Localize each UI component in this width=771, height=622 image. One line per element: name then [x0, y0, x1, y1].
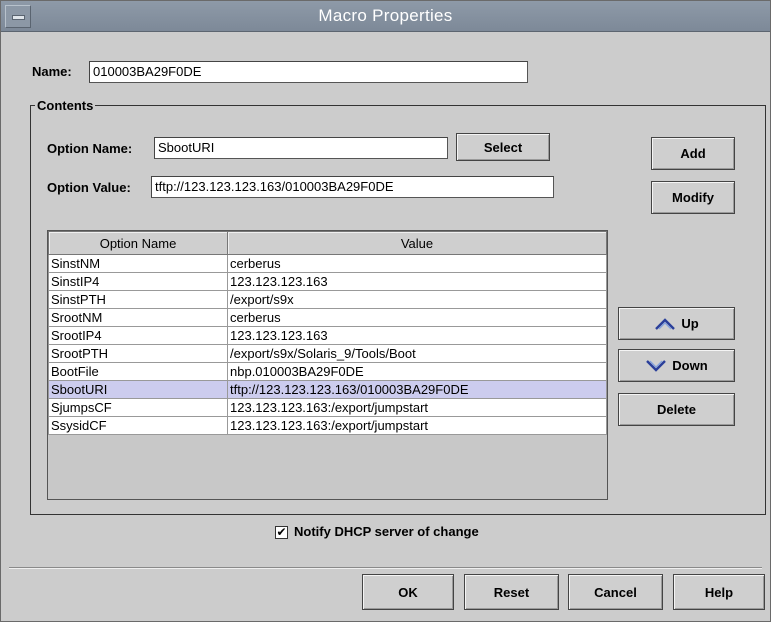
name-label: Name: [32, 64, 72, 79]
table-row[interactable]: SrootNM cerberus [48, 308, 607, 327]
table-row[interactable]: SrootPTH/export/s9x/Solaris_9/Tools/Boot [48, 344, 607, 363]
table-row[interactable]: SinstIP4 123.123.123.163 [48, 272, 607, 291]
macro-properties-dialog: Macro Properties Name: 010003BA29F0DE Co… [0, 0, 771, 622]
up-label: Up [681, 316, 699, 331]
table-row[interactable]: SinstNM cerberus [48, 254, 607, 273]
footer-separator [9, 567, 762, 569]
value-cell[interactable]: tftp://123.123.123.163/010003BA29F0DE [227, 380, 607, 399]
option-name-cell[interactable]: SrootNM [48, 308, 228, 327]
window-title: Macro Properties [318, 6, 453, 25]
help-button[interactable]: Help [673, 574, 765, 610]
table-row[interactable]: SinstPTH/export/s9x [48, 290, 607, 309]
down-button[interactable]: Down [618, 349, 735, 382]
column-header-value[interactable]: Value [227, 231, 607, 255]
options-grid: Option Name Value SinstNM cerberus SinstIP… [48, 231, 607, 435]
option-value-field[interactable]: tftp://123.123.123.163/010003BA29F0DE [151, 176, 554, 198]
option-value-label: Option Value: [47, 180, 131, 195]
up-button[interactable]: Up [618, 307, 735, 340]
value-cell[interactable]: nbp.010003BA29F0DE [227, 362, 607, 381]
modify-button[interactable]: Modify [651, 181, 735, 214]
value-cell[interactable]: /export/s9x/Solaris_9/Tools/Boot [227, 344, 607, 363]
value-cell[interactable]: /export/s9x [227, 290, 607, 309]
table-row[interactable]: BootFile nbp.010003BA29F0DE [48, 362, 607, 381]
option-name-cell[interactable]: SinstIP4 [48, 272, 228, 291]
value-cell[interactable]: 123.123.123.163 [227, 326, 607, 345]
title-bar[interactable]: Macro Properties [1, 1, 770, 32]
down-label: Down [672, 358, 708, 373]
select-button[interactable]: Select [456, 133, 550, 161]
table-row[interactable]: SrootIP4 123.123.123.163 [48, 326, 607, 345]
value-cell[interactable]: 123.123.123.163 [227, 272, 607, 291]
value-cell[interactable]: 123.123.123.163:/export/jumpstart [227, 398, 607, 417]
delete-button[interactable]: Delete [618, 393, 735, 426]
value-cell[interactable]: 123.123.123.163:/export/jumpstart [227, 416, 607, 435]
table-row[interactable]: SbootURI tftp://123.123.123.163/010003BA2… [48, 380, 607, 399]
option-name-cell[interactable]: SinstPTH [48, 290, 228, 309]
notify-label: Notify DHCP server of change [294, 524, 479, 539]
option-name-cell[interactable]: SrootPTH [48, 344, 228, 363]
add-button[interactable]: Add [651, 137, 735, 170]
option-name-cell[interactable]: SjumpsCF [48, 398, 228, 417]
option-name-label: Option Name: [47, 141, 133, 156]
option-name-cell[interactable]: SbootURI [48, 380, 228, 399]
option-name-field[interactable]: SbootURI [154, 137, 448, 159]
reset-button[interactable]: Reset [464, 574, 559, 610]
option-name-cell[interactable]: BootFile [48, 362, 228, 381]
column-header-option-name[interactable]: Option Name [48, 231, 228, 255]
option-name-cell[interactable]: SrootIP4 [48, 326, 228, 345]
notify-checkbox[interactable]: ✔ [275, 526, 288, 539]
name-field[interactable]: 010003BA29F0DE [89, 61, 528, 83]
cancel-button[interactable]: Cancel [568, 574, 663, 610]
down-chevron-icon [646, 359, 667, 372]
up-chevron-icon [655, 317, 676, 330]
table-row[interactable]: SjumpsCF 123.123.123.163:/export/jumpstar… [48, 398, 607, 417]
contents-legend: Contents [35, 98, 96, 113]
table-row[interactable]: SsysidCF 123.123.123.163:/export/jumpstar… [48, 416, 607, 435]
value-cell[interactable]: cerberus [227, 254, 607, 273]
value-cell[interactable]: cerberus [227, 308, 607, 327]
options-table: Option Name Value SinstNM cerberus SinstIP… [47, 230, 608, 500]
option-name-cell[interactable]: SinstNM [48, 254, 228, 273]
option-name-cell[interactable]: SsysidCF [48, 416, 228, 435]
ok-button[interactable]: OK [362, 574, 454, 610]
